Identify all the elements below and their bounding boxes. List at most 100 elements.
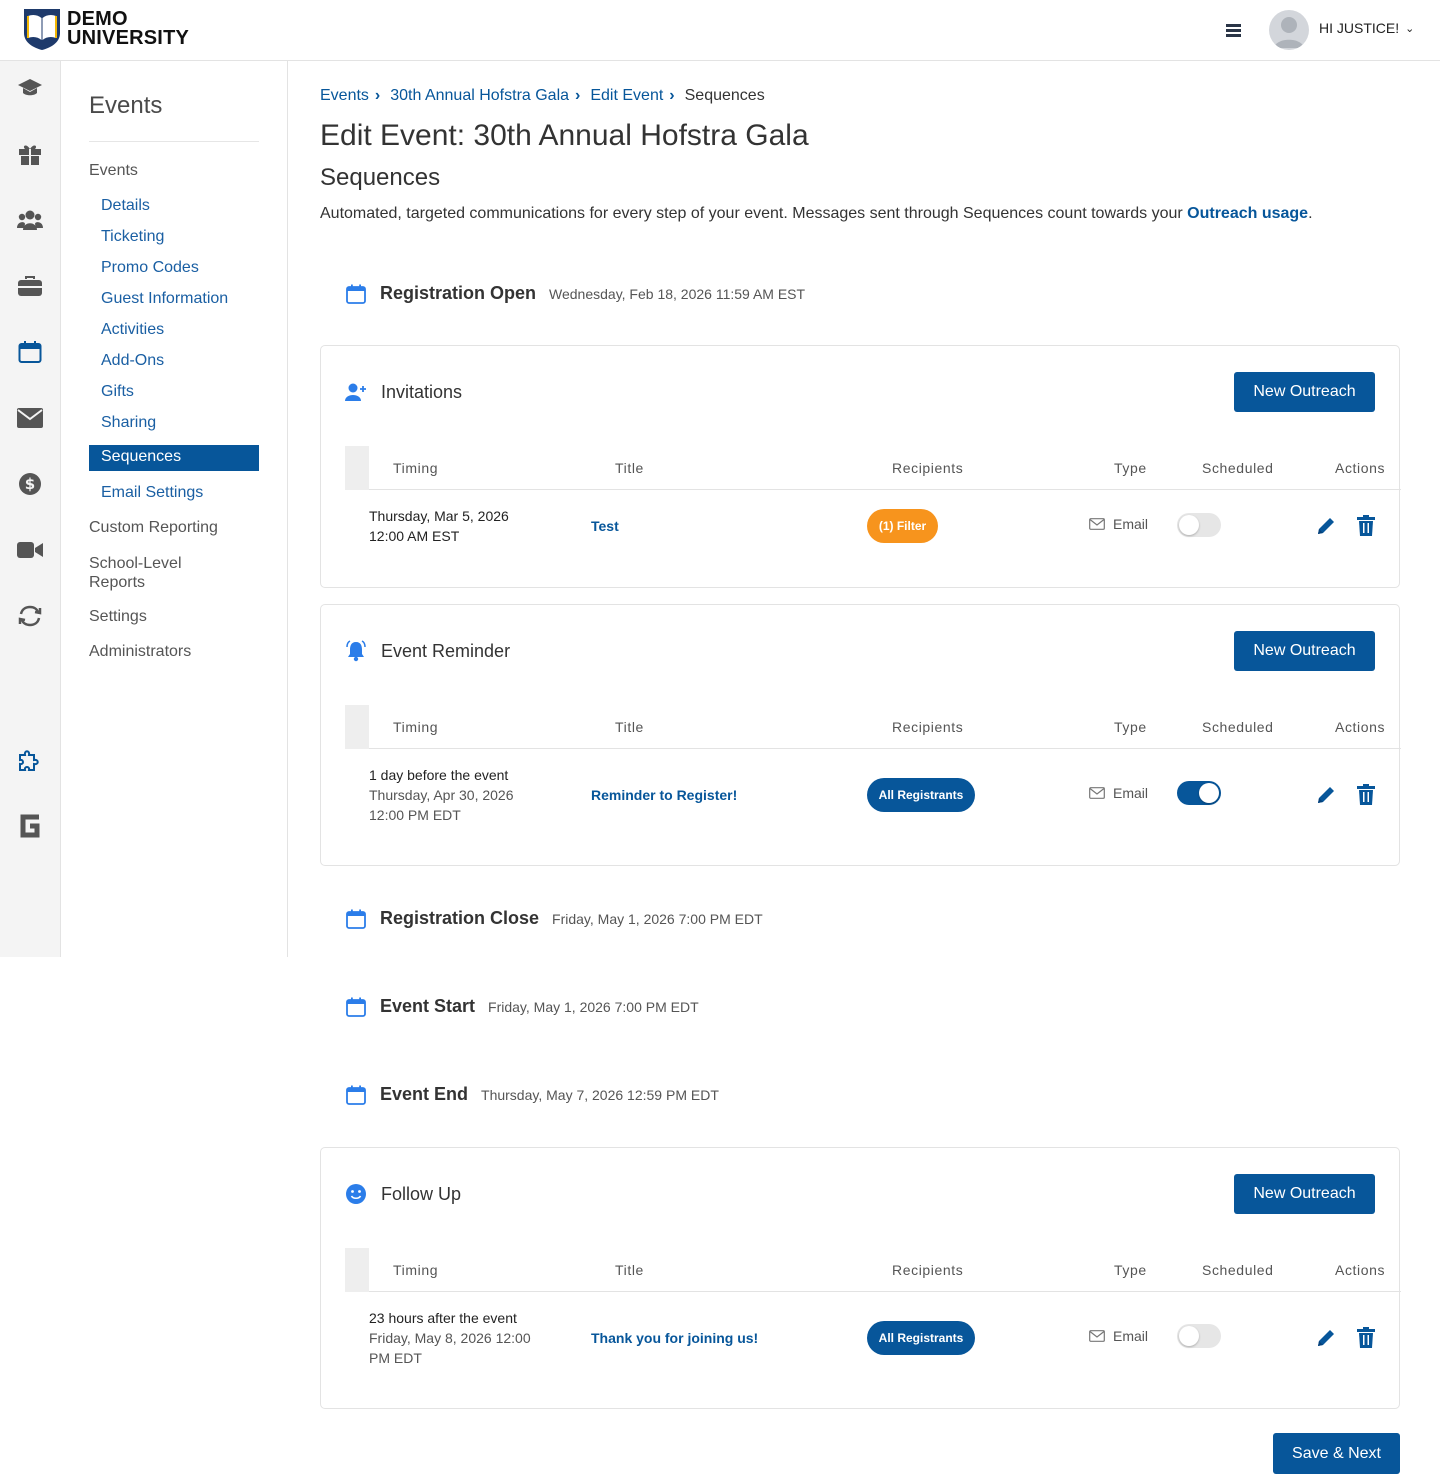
nav-item-sequences[interactable]: Sequences xyxy=(89,445,259,471)
sync-icon[interactable] xyxy=(17,603,43,629)
nav-item-ticketing[interactable]: Ticketing xyxy=(101,228,164,246)
outreach-title-link[interactable]: Reminder to Register! xyxy=(591,787,737,803)
table-header: Timing Title Recipients Type Scheduled A… xyxy=(345,446,1401,490)
edit-pencil-icon[interactable] xyxy=(1315,515,1337,537)
user-greeting: HI JUSTICE! xyxy=(1319,20,1400,36)
description-text: Automated, targeted communications for e… xyxy=(320,205,1188,222)
users-icon[interactable] xyxy=(17,207,43,233)
nav-item-promo-codes[interactable]: Promo Codes xyxy=(101,259,199,277)
envelope-icon xyxy=(1089,1330,1105,1342)
breadcrumb: Events › 30th Annual Hofstra Gala › Edit E… xyxy=(320,87,765,105)
col-actions: Actions xyxy=(1335,460,1386,476)
nav-item-gifts[interactable]: Gifts xyxy=(101,383,134,401)
school-reports-line-2: Reports xyxy=(89,574,146,591)
col-scheduled: Scheduled xyxy=(1202,1262,1274,1278)
nav-item-sharing[interactable]: Sharing xyxy=(101,414,156,432)
person-icon xyxy=(1274,17,1304,48)
type-cell: Email xyxy=(1089,1328,1148,1344)
side-nav: Events Events Details Ticketing Promo Co… xyxy=(61,61,288,957)
milestone-label: Event Start xyxy=(380,996,476,1016)
col-scheduled: Scheduled xyxy=(1202,460,1274,476)
col-actions: Actions xyxy=(1335,719,1386,735)
user-avatar[interactable] xyxy=(1269,10,1309,50)
col-type: Type xyxy=(1114,1262,1147,1278)
chevron-down-icon: ⌄ xyxy=(1405,22,1415,35)
new-outreach-button[interactable]: New Outreach xyxy=(1234,1174,1375,1214)
nav-item-add-ons[interactable]: Add-Ons xyxy=(101,352,164,370)
outreach-usage-link[interactable]: Outreach usage xyxy=(1187,205,1308,222)
gift-icon[interactable] xyxy=(17,141,43,167)
new-outreach-button[interactable]: New Outreach xyxy=(1234,631,1375,671)
description: Automated, targeted communications for e… xyxy=(320,205,1313,223)
nav-group-administrators[interactable]: Administrators xyxy=(89,643,191,661)
scheduled-toggle[interactable] xyxy=(1177,1324,1221,1348)
table-header: Timing Title Recipients Type Scheduled A… xyxy=(345,705,1401,749)
delete-trash-icon[interactable] xyxy=(1355,1327,1377,1349)
col-title: Title xyxy=(615,460,644,476)
g-logo-icon[interactable] xyxy=(17,813,43,839)
edit-pencil-icon[interactable] xyxy=(1315,1327,1337,1349)
outreach-title-link[interactable]: Thank you for joining us! xyxy=(591,1330,758,1346)
invitations-card: Invitations New Outreach Timing Title Re… xyxy=(320,345,1401,588)
graduation-cap-icon[interactable] xyxy=(17,75,43,101)
nav-group-settings[interactable]: Settings xyxy=(89,608,147,626)
edit-pencil-icon[interactable] xyxy=(1315,784,1337,806)
bell-icon xyxy=(345,640,367,662)
calendar-icon xyxy=(346,1085,366,1105)
nav-item-details[interactable]: Details xyxy=(101,197,150,215)
chevron-right-icon: › xyxy=(669,87,675,104)
col-scheduled: Scheduled xyxy=(1202,719,1274,735)
recipients-badge[interactable]: All Registrants xyxy=(867,778,975,812)
recipients-badge[interactable]: All Registrants xyxy=(867,1321,975,1355)
university-logo[interactable]: DEMO UNIVERSITY xyxy=(22,7,189,51)
school-reports-line-1: School-Level xyxy=(89,555,182,572)
delete-trash-icon[interactable] xyxy=(1355,784,1377,806)
milestone-event-end: Event End Thursday, May 7, 2026 12:59 PM… xyxy=(346,1084,719,1105)
delete-trash-icon[interactable] xyxy=(1355,515,1377,537)
col-recipients: Recipients xyxy=(892,1262,964,1278)
page-title: Edit Event: 30th Annual Hofstra Gala xyxy=(320,119,809,152)
briefcase-icon[interactable] xyxy=(17,273,43,299)
new-outreach-button[interactable]: New Outreach xyxy=(1234,372,1375,412)
outreach-title-link[interactable]: Test xyxy=(591,518,619,534)
save-next-button[interactable]: Save & Next xyxy=(1273,1433,1400,1474)
card-title: Follow Up xyxy=(381,1183,462,1204)
envelope-icon[interactable] xyxy=(17,405,43,431)
user-menu[interactable]: HI JUSTICE! ⌄ xyxy=(1319,20,1414,36)
calendar-icon xyxy=(346,909,366,929)
breadcrumb-event-name[interactable]: 30th Annual Hofstra Gala xyxy=(390,87,569,105)
top-header: DEMO UNIVERSITY HI JUSTICE! ⌄ xyxy=(0,0,1440,61)
nav-item-guest-information[interactable]: Guest Information xyxy=(101,290,228,308)
hamburger-menu-icon[interactable] xyxy=(1226,24,1241,37)
col-title: Title xyxy=(615,719,644,735)
col-recipients: Recipients xyxy=(892,460,964,476)
puzzle-icon[interactable] xyxy=(17,747,43,773)
video-icon[interactable] xyxy=(17,537,43,563)
dollar-icon[interactable]: $ xyxy=(17,471,43,497)
card-header: Follow Up xyxy=(345,1183,461,1205)
scheduled-toggle[interactable] xyxy=(1177,513,1221,537)
breadcrumb-edit-event[interactable]: Edit Event xyxy=(590,87,663,105)
nav-group-custom-reporting[interactable]: Custom Reporting xyxy=(89,519,218,537)
envelope-icon xyxy=(1089,787,1105,799)
calendar-icon[interactable] xyxy=(17,339,43,365)
milestone-date: Friday, May 1, 2026 7:00 PM EDT xyxy=(552,910,763,927)
nav-group-school-level-reports[interactable]: School-Level Reports xyxy=(89,554,182,592)
col-timing: Timing xyxy=(393,719,439,735)
event-reminder-card: Event Reminder New Outreach Timing Title… xyxy=(320,604,1401,866)
scheduled-toggle[interactable] xyxy=(1177,781,1221,805)
nav-item-activities[interactable]: Activities xyxy=(101,321,164,339)
timing-cell: 23 hours after the event Friday, May 8, … xyxy=(369,1310,531,1366)
card-header: Event Reminder xyxy=(345,640,510,662)
chevron-right-icon: › xyxy=(575,87,581,104)
nav-group-events[interactable]: Events xyxy=(89,162,138,180)
nav-item-email-settings[interactable]: Email Settings xyxy=(101,484,203,502)
follow-up-card: Follow Up New Outreach Timing Title Reci… xyxy=(320,1147,1401,1409)
col-type: Type xyxy=(1114,719,1147,735)
recipients-badge[interactable]: (1) Filter xyxy=(867,509,938,543)
calendar-icon xyxy=(346,997,366,1017)
brand-line-2: UNIVERSITY xyxy=(67,27,190,49)
divider xyxy=(89,141,259,142)
breadcrumb-events[interactable]: Events xyxy=(320,87,369,105)
description-end: . xyxy=(1308,205,1313,222)
